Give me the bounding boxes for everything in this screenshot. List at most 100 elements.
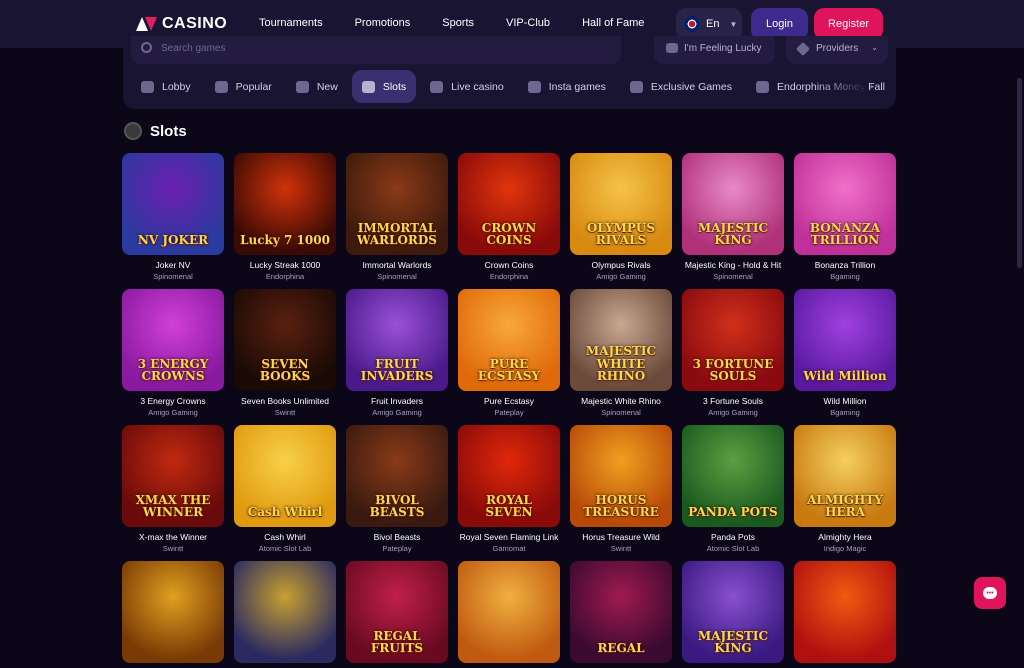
game-card[interactable]: Cash Whirl Cash Whirl Atomic Slot Lab: [234, 425, 336, 553]
game-card[interactable]: HORUS TREASURE Horus Treasure Wild Swintt: [570, 425, 672, 553]
game-card[interactable]: 3 ENERGY CROWNS 3 Energy Crowns Amigo Gami…: [122, 289, 224, 417]
game-thumbnail[interactable]: REGAL: [570, 561, 672, 663]
game-thumbnail[interactable]: [458, 561, 560, 663]
nav-vip-club[interactable]: VIP-Club: [506, 17, 550, 29]
providers-dropdown[interactable]: Providers ⌄: [786, 36, 888, 64]
scrollbar[interactable]: [1017, 78, 1022, 268]
game-card[interactable]: NV JOKER Joker NV Spinomenal: [122, 153, 224, 281]
game-thumbnail[interactable]: FRUIT INVADERS: [346, 289, 448, 391]
game-card[interactable]: REGAL: [570, 561, 672, 668]
game-thumbnail[interactable]: MAJESTIC KING: [682, 153, 784, 255]
game-name[interactable]: Lucky Streak 1000: [234, 260, 336, 270]
game-thumbnail[interactable]: MAJESTIC WHITE RHINO: [570, 289, 672, 391]
game-card[interactable]: XMAX THE WINNER X-max the Winner Swintt: [122, 425, 224, 553]
game-thumbnail[interactable]: BONANZA TRILLION: [794, 153, 896, 255]
tab-lobby[interactable]: Lobby: [131, 70, 201, 103]
game-thumbnail[interactable]: OLYMPUS RIVALS: [570, 153, 672, 255]
game-name[interactable]: Olympus Rivals: [570, 260, 672, 270]
game-name[interactable]: X-max the Winner: [122, 532, 224, 542]
game-card[interactable]: [458, 561, 560, 668]
game-card[interactable]: IMMORTAL WARLORDS Immortal Warlords Spinom…: [346, 153, 448, 281]
tab-exclusive-games[interactable]: Exclusive Games: [620, 70, 742, 103]
game-name[interactable]: Majestic King - Hold & Hit: [682, 260, 784, 270]
game-card[interactable]: 3 FORTUNE SOULS 3 Fortune Souls Amigo Gami…: [682, 289, 784, 417]
game-card[interactable]: FRUIT INVADERS Fruit Invaders Amigo Gaming: [346, 289, 448, 417]
nav-tournaments[interactable]: Tournaments: [259, 17, 323, 29]
game-thumbnail[interactable]: PURE ECSTASY: [458, 289, 560, 391]
game-thumbnail[interactable]: ALMIGHTY HERA: [794, 425, 896, 527]
chat-bubble-icon: •••: [983, 587, 997, 599]
game-thumbnail[interactable]: ROYAL SEVEN: [458, 425, 560, 527]
game-name[interactable]: Almighty Hera: [794, 532, 896, 542]
game-card[interactable]: SEVEN BOOKS Seven Books Unlimited Swintt: [234, 289, 336, 417]
game-thumbnail[interactable]: Lucky 7 1000: [234, 153, 336, 255]
game-card[interactable]: MAJESTIC KING: [682, 561, 784, 668]
game-thumbnail[interactable]: NV JOKER: [122, 153, 224, 255]
game-thumbnail[interactable]: [794, 561, 896, 663]
game-name[interactable]: Joker NV: [122, 260, 224, 270]
game-card[interactable]: [234, 561, 336, 668]
game-name[interactable]: Royal Seven Flaming Link: [458, 532, 560, 542]
game-card[interactable]: Wild Million Wild Million Bgaming: [794, 289, 896, 417]
game-card[interactable]: MAJESTIC KING Majestic King - Hold & Hit S…: [682, 153, 784, 281]
game-thumbnail[interactable]: IMMORTAL WARLORDS: [346, 153, 448, 255]
game-name[interactable]: Wild Million: [794, 396, 896, 406]
game-thumbnail[interactable]: [122, 561, 224, 663]
game-card[interactable]: Lucky 7 1000 Lucky Streak 1000 Endorphina: [234, 153, 336, 281]
game-thumbnail[interactable]: PANDA POTS: [682, 425, 784, 527]
game-thumbnail[interactable]: 3 ENERGY CROWNS: [122, 289, 224, 391]
game-thumbnail[interactable]: XMAX THE WINNER: [122, 425, 224, 527]
game-card[interactable]: REGAL FRUITS: [346, 561, 448, 668]
game-name[interactable]: 3 Fortune Souls: [682, 396, 784, 406]
tab-label: New: [316, 80, 338, 93]
game-art-title: IMMORTAL WARLORDS: [357, 220, 437, 248]
game-name[interactable]: Cash Whirl: [234, 532, 336, 542]
game-thumbnail[interactable]: HORUS TREASURE: [570, 425, 672, 527]
game-name[interactable]: Pure Ecstasy: [458, 396, 560, 406]
game-card[interactable]: ROYAL SEVEN Royal Seven Flaming Link Gamom…: [458, 425, 560, 553]
game-name[interactable]: Majestic White Rhino: [570, 396, 672, 406]
game-thumbnail[interactable]: Wild Million: [794, 289, 896, 391]
tab-live-casino[interactable]: Live casino: [420, 70, 514, 103]
game-card[interactable]: CROWN COINS Crown Coins Endorphina: [458, 153, 560, 281]
feeling-lucky-button[interactable]: I'm Feeling Lucky: [654, 36, 775, 64]
tab-label: Lobby: [162, 80, 191, 93]
game-name[interactable]: Horus Treasure Wild: [570, 532, 672, 542]
game-thumbnail[interactable]: Cash Whirl: [234, 425, 336, 527]
game-card[interactable]: BIVOL BEASTS Bivol Beasts Pateplay: [346, 425, 448, 553]
game-card[interactable]: OLYMPUS RIVALS Olympus Rivals Amigo Gaming: [570, 153, 672, 281]
game-thumbnail[interactable]: SEVEN BOOKS: [234, 289, 336, 391]
game-card[interactable]: PURE ECSTASY Pure Ecstasy Pateplay: [458, 289, 560, 417]
game-thumbnail[interactable]: REGAL FRUITS: [346, 561, 448, 663]
nav-hall-of-fame[interactable]: Hall of Fame: [582, 17, 644, 29]
tab-insta-games[interactable]: Insta games: [518, 70, 616, 103]
tab-new[interactable]: New: [286, 70, 348, 103]
game-name[interactable]: Seven Books Unlimited: [234, 396, 336, 406]
game-thumbnail[interactable]: MAJESTIC KING: [682, 561, 784, 663]
game-name[interactable]: Fruit Invaders: [346, 396, 448, 406]
game-name[interactable]: Panda Pots: [682, 532, 784, 542]
game-card[interactable]: PANDA POTS Panda Pots Atomic Slot Lab: [682, 425, 784, 553]
game-card[interactable]: ALMIGHTY HERA Almighty Hera Indigo Magic: [794, 425, 896, 553]
game-thumbnail[interactable]: BIVOL BEASTS: [346, 425, 448, 527]
game-name[interactable]: Bonanza Trillion: [794, 260, 896, 270]
game-name[interactable]: Crown Coins: [458, 260, 560, 270]
search-input[interactable]: Search games: [131, 36, 621, 64]
chevron-right-icon[interactable]: ›: [870, 81, 873, 92]
game-name[interactable]: 3 Energy Crowns: [122, 396, 224, 406]
casino-logo[interactable]: CASINO: [136, 13, 227, 35]
game-thumbnail[interactable]: [234, 561, 336, 663]
game-thumbnail[interactable]: 3 FORTUNE SOULS: [682, 289, 784, 391]
game-card[interactable]: MAJESTIC WHITE RHINO Majestic White Rhino…: [570, 289, 672, 417]
nav-promotions[interactable]: Promotions: [355, 17, 411, 29]
game-name[interactable]: Immortal Warlords: [346, 260, 448, 270]
nav-sports[interactable]: Sports: [442, 17, 474, 29]
game-thumbnail[interactable]: CROWN COINS: [458, 153, 560, 255]
game-card[interactable]: BONANZA TRILLION Bonanza Trillion Bgaming: [794, 153, 896, 281]
game-name[interactable]: Bivol Beasts: [346, 532, 448, 542]
tab-popular[interactable]: Popular: [205, 70, 282, 103]
game-card[interactable]: [794, 561, 896, 668]
support-chat-button[interactable]: •••: [974, 577, 1006, 609]
tab-slots[interactable]: Slots: [351, 70, 417, 103]
game-card[interactable]: [122, 561, 224, 668]
